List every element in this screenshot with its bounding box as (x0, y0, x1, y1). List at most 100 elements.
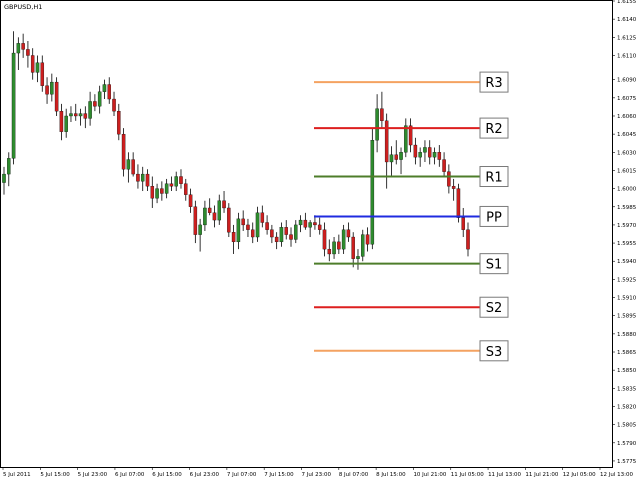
candle-body-bear (289, 234, 293, 240)
candle-body-bull (375, 108, 379, 141)
candle-body-bear (179, 176, 183, 184)
candle-body-bear (21, 43, 25, 50)
candle-body-bear (150, 186, 155, 199)
y-tick-label: 1.6155 (617, 0, 637, 5)
candle-body-bear (327, 248, 332, 255)
candle-body-bull (140, 173, 145, 182)
y-tick-label: 1.6000 (617, 187, 637, 193)
x-tick-label: 7 Jul 07:00 (227, 472, 257, 478)
candle-body-bear (160, 188, 164, 194)
y-tick-label: 1.5850 (617, 368, 637, 374)
y-tick-label: 1.5775 (617, 459, 637, 465)
candle-body-bear (241, 218, 245, 226)
candle-body-bear (413, 144, 418, 158)
pivot-r3-label: R3 (485, 76, 502, 91)
chart-window: GBPUSD,H1 R3 R2 R1 PP S1 S2 S3 1.6155 1.6140 1.6… (0, 0, 640, 480)
x-axis: 5 Jul 2011 5 Jul 15:00 5 Jul 23:00 6 Jul 07… (2, 467, 633, 478)
pivot-s1-label: S1 (486, 258, 503, 273)
candle-body-bear (26, 49, 30, 56)
symbol-label: GBPUSD,H1 (4, 3, 42, 11)
y-tick-label: 1.6060 (617, 114, 637, 120)
candle-body-bear (40, 62, 45, 86)
candle-body-bull (308, 222, 312, 228)
candle-body-bear (169, 183, 174, 187)
x-tick-label: 11 Jul 13:00 (488, 472, 521, 478)
x-tick-label: 5 Jul 2011 (3, 472, 31, 478)
y-tick-label: 1.5895 (617, 314, 637, 320)
pivot-r2-label: R2 (485, 122, 502, 137)
x-tick-label: 6 Jul 15:00 (152, 472, 182, 478)
pivot-s3-label: S3 (486, 345, 503, 360)
candle (227, 203, 231, 238)
candle-body-bull (294, 224, 298, 240)
x-tick-label: 12 Jul 13:00 (600, 472, 633, 478)
candle-body-bear (250, 229, 255, 238)
y-tick-label: 1.5955 (617, 241, 637, 247)
y-tick-label: 1.5835 (617, 386, 637, 392)
x-tick-label: 12 Jul 05:00 (563, 472, 596, 478)
candle-body-bull (423, 147, 427, 153)
candle-body-bear (107, 84, 111, 100)
candle-body-bear (284, 227, 288, 235)
candle-body-bear (274, 236, 279, 243)
x-tick-label: 11 Jul 21:00 (525, 472, 558, 478)
candle-body-bear (145, 173, 150, 187)
candle-body-bear (317, 224, 322, 230)
candle-body-bear (212, 212, 217, 221)
y-tick-label: 1.5970 (617, 223, 637, 229)
candle (361, 229, 365, 262)
candle-body-bull (399, 152, 403, 160)
candle (370, 128, 375, 250)
candle-body-bear (207, 207, 212, 213)
y-tick-label: 1.5805 (617, 423, 637, 429)
candle-body-bull (126, 159, 131, 170)
candle-body-bull (279, 227, 284, 243)
pivot-pp-label: PP (486, 210, 502, 225)
plot-frame (0, 0, 613, 468)
candle-body-bear (346, 229, 351, 238)
pivot-s2-label: S2 (486, 301, 503, 316)
candle-body-bull (370, 140, 375, 245)
candle-body-bear (384, 120, 389, 163)
candle-body-bear (227, 207, 231, 233)
candle-body-bull (69, 113, 73, 117)
candle-body-bear (131, 159, 135, 175)
candle-body-bear (437, 152, 442, 160)
candle-body-bull (203, 207, 207, 226)
y-tick-label: 1.5790 (617, 441, 637, 447)
candle-body-bear (451, 186, 456, 189)
candle-body-bear (117, 110, 121, 135)
candle-body-bear (30, 55, 35, 73)
y-tick-label: 1.5910 (617, 296, 637, 302)
y-axis: 1.6155 1.6140 1.6125 1.6110 1.6090 1.6075 1.60… (612, 0, 637, 465)
x-tick-label: 8 Jul 07:00 (339, 472, 369, 478)
y-tick-label: 1.5925 (617, 277, 637, 283)
candle-body-bull (236, 218, 241, 243)
candle-body-bear (222, 200, 226, 209)
x-tick-label: 10 Jul 21:00 (413, 472, 446, 478)
candle-body-bear (193, 206, 198, 235)
candle-body-bull (432, 152, 437, 158)
candle-body-bear (461, 217, 465, 230)
x-tick-label: 5 Jul 15:00 (40, 472, 70, 478)
candle-body-bear (442, 159, 446, 172)
candle-body-bear (456, 188, 461, 218)
candle-body-bull (97, 91, 102, 107)
y-tick-label: 1.6045 (617, 132, 637, 138)
candle-body-bear (231, 232, 236, 243)
candle-body-bull (50, 81, 54, 95)
candle-body-bull (389, 154, 394, 163)
candle-body-bear (112, 98, 116, 112)
y-tick-label: 1.5985 (617, 205, 637, 211)
x-tick-label: 7 Jul 15:00 (264, 472, 294, 478)
y-tick-label: 1.6030 (617, 150, 637, 156)
candle-body-bull (7, 158, 11, 175)
x-tick-label: 7 Jul 23:00 (302, 472, 332, 478)
candle-body-bull (16, 43, 21, 54)
x-tick-label: 6 Jul 23:00 (190, 472, 220, 478)
candle-body-bear (74, 113, 78, 117)
candle-body-bull (341, 229, 346, 250)
candle-body-bear (260, 212, 265, 223)
candle-body-bull (174, 176, 178, 187)
candle-body-bull (11, 52, 16, 159)
